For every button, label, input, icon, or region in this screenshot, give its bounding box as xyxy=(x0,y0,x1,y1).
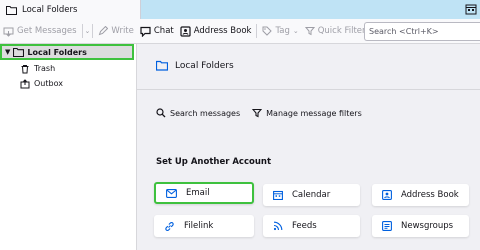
address-book-icon xyxy=(180,25,191,37)
card-label: Feeds xyxy=(292,221,317,231)
card-label: Address Book xyxy=(401,190,459,200)
address-book-icon xyxy=(382,190,392,200)
mail-toolbar: Get Messages ⌄ Write Chat Address Book T… xyxy=(0,19,480,44)
tag-button[interactable]: Tag ⌄ xyxy=(259,21,301,41)
address-book-button[interactable]: Address Book xyxy=(177,21,255,41)
newsgroups-icon xyxy=(382,221,392,231)
folder-label: Trash xyxy=(34,64,56,73)
get-messages-button[interactable]: Get Messages xyxy=(0,21,80,41)
setup-filelink-button[interactable]: Filelink xyxy=(154,215,254,237)
pencil-icon xyxy=(99,26,109,36)
folder-icon xyxy=(156,60,168,71)
quick-filter-button[interactable]: Quick Filter xyxy=(302,21,369,41)
chevron-down-icon: ⌄ xyxy=(292,27,299,35)
toolbar-separator xyxy=(81,24,83,38)
address-book-label: Address Book xyxy=(193,26,252,36)
folder-outbox[interactable]: Outbox xyxy=(0,76,63,91)
setup-account-heading: Set Up Another Account xyxy=(156,157,272,167)
trash-icon xyxy=(21,64,29,73)
tab-local-folders[interactable]: Local Folders xyxy=(0,0,141,19)
folder-local-folders[interactable]: ▼ Local Folders xyxy=(0,44,134,60)
card-label: Filelink xyxy=(184,221,214,231)
write-button[interactable]: Write xyxy=(95,21,136,41)
quick-filter-label: Quick Filter xyxy=(317,26,366,36)
setup-email-button[interactable]: Email xyxy=(154,182,254,204)
card-label: Calendar xyxy=(292,190,331,200)
calendar-icon[interactable] xyxy=(465,3,477,15)
folder-label: Local Folders xyxy=(27,47,87,57)
filter-icon xyxy=(252,108,263,118)
folder-pane: ▼ Local Folders Trash Outbox xyxy=(0,44,137,250)
search-messages-label: Search messages xyxy=(170,108,241,118)
chat-button[interactable]: Chat xyxy=(137,21,177,41)
folder-icon xyxy=(13,47,25,57)
chevron-down-icon[interactable]: ⌄ xyxy=(85,27,91,35)
manage-filters-button[interactable]: Manage message filters xyxy=(252,108,362,118)
tag-label: Tag xyxy=(275,26,290,36)
chat-icon xyxy=(140,26,151,37)
write-label: Write xyxy=(111,26,134,36)
setup-calendar-button[interactable]: Calendar xyxy=(263,184,360,206)
account-actions: Search messages Manage message filters xyxy=(156,108,362,118)
search-messages-button[interactable]: Search messages xyxy=(156,108,240,118)
card-label: Email xyxy=(186,188,210,198)
setup-feeds-button[interactable]: Feeds xyxy=(263,215,360,237)
setup-newsgroups-button[interactable]: Newsgroups xyxy=(372,215,469,237)
tag-icon xyxy=(262,26,273,36)
toolbar-separator xyxy=(92,24,94,38)
setup-address-book-button[interactable]: Address Book xyxy=(372,184,469,206)
rss-icon xyxy=(273,221,283,231)
folder-label: Outbox xyxy=(34,79,63,88)
card-label: Newsgroups xyxy=(401,221,454,231)
search-icon xyxy=(156,108,166,118)
page-title-label: Local Folders xyxy=(175,60,234,71)
title-bar: Local Folders xyxy=(0,0,480,19)
envelope-icon xyxy=(166,188,177,198)
tab-title: Local Folders xyxy=(22,4,78,15)
folder-trash[interactable]: Trash xyxy=(0,61,55,76)
manage-filters-label: Manage message filters xyxy=(266,108,362,118)
page-title: Local Folders xyxy=(156,60,234,71)
filter-icon xyxy=(304,27,315,36)
calendar-icon xyxy=(273,190,283,200)
get-messages-icon xyxy=(3,27,14,37)
outbox-icon xyxy=(20,78,30,88)
get-messages-label: Get Messages xyxy=(17,26,77,36)
chevron-down-icon[interactable]: ▼ xyxy=(5,48,10,56)
toolbar-separator xyxy=(256,24,258,38)
link-icon xyxy=(165,221,174,231)
folder-icon xyxy=(6,5,17,15)
chat-label: Chat xyxy=(153,26,174,36)
account-central-pane: Local Folders Search messages Manage mes… xyxy=(137,44,480,250)
search-input[interactable]: Search <Ctrl+K> xyxy=(364,22,480,41)
